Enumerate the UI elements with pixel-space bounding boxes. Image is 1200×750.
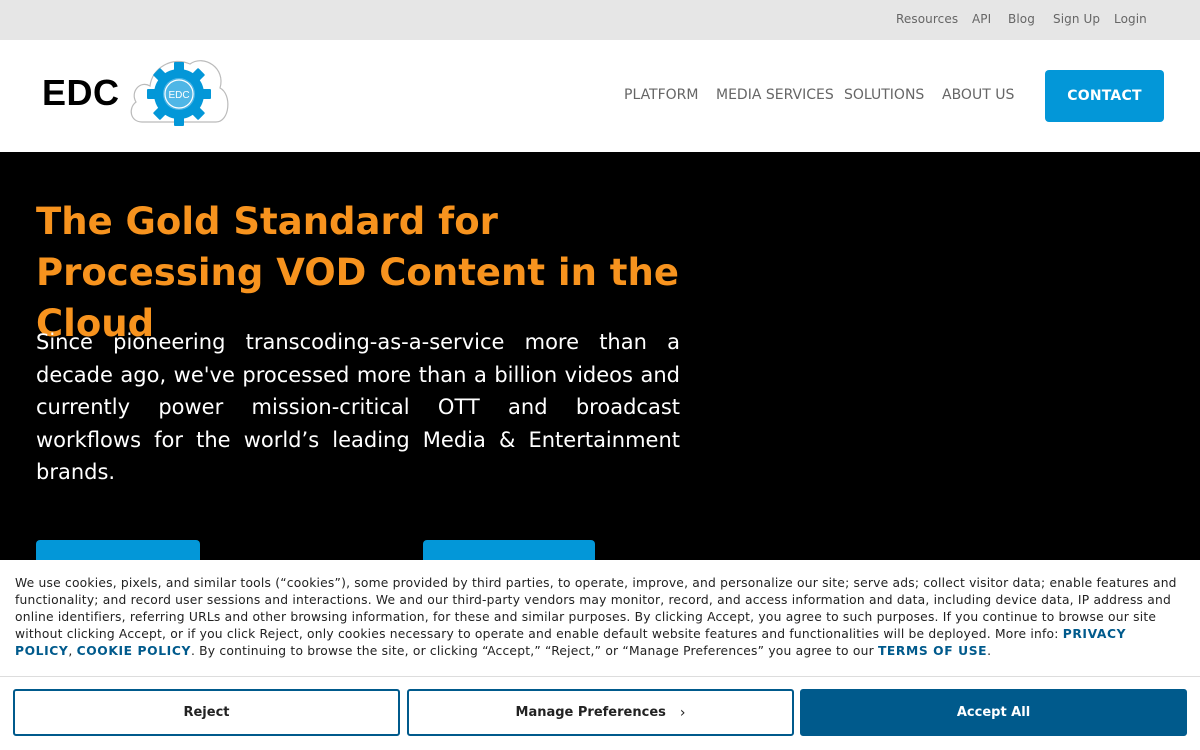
logo-badge-text: EDC	[168, 90, 189, 101]
cookie-banner: We use cookies, pixels, and similar tool…	[0, 560, 1200, 750]
chevron-right-icon: ›	[679, 704, 686, 721]
cloud-gear-logo-icon[interactable]: EDC	[128, 52, 230, 128]
resources-link[interactable]: Resources	[896, 12, 958, 26]
sign-up-link[interactable]: Sign Up	[1053, 12, 1100, 26]
cookie-text-part-3: .	[987, 644, 992, 658]
reject-button[interactable]: Reject	[13, 689, 400, 736]
nav-solutions[interactable]: SOLUTIONS	[844, 87, 924, 103]
site-header: EDC EDC PLATFORM MEDIA SERVICES SOLUTION…	[0, 40, 1200, 152]
blog-link[interactable]: Blog	[1008, 12, 1035, 26]
cookie-text-part-2: . By continuing to browse the site, or c…	[190, 644, 878, 658]
manage-preferences-button[interactable]: Manage Preferences ›	[407, 689, 794, 736]
api-link[interactable]: API	[972, 12, 991, 26]
logo-wordmark[interactable]: EDC	[42, 72, 120, 114]
cookie-text-separator: ,	[68, 644, 77, 658]
terms-of-use-link[interactable]: TERMS OF USE	[878, 644, 987, 658]
cookie-text-part-1: We use cookies, pixels, and similar tool…	[15, 576, 1177, 641]
cookie-policy-link[interactable]: COOKIE POLICY	[77, 644, 191, 658]
nav-media-services[interactable]: MEDIA SERVICES	[716, 87, 834, 103]
utility-bar: Resources API Blog Sign Up Login	[0, 0, 1200, 40]
accept-all-button[interactable]: Accept All	[800, 689, 1187, 736]
hero-description: Since pioneering transcoding-as-a-servic…	[36, 330, 680, 484]
nav-about-us[interactable]: ABOUT US	[942, 87, 1014, 103]
reject-button-label: Reject	[183, 705, 230, 720]
cookie-notice-text: We use cookies, pixels, and similar tool…	[15, 575, 1187, 660]
manage-preferences-label: Manage Preferences	[515, 705, 666, 720]
login-link[interactable]: Login	[1114, 12, 1147, 26]
contact-button[interactable]: CONTACT	[1045, 70, 1164, 122]
cookie-divider	[0, 676, 1200, 677]
accept-all-label: Accept All	[956, 705, 1031, 720]
nav-platform[interactable]: PLATFORM	[624, 87, 698, 103]
